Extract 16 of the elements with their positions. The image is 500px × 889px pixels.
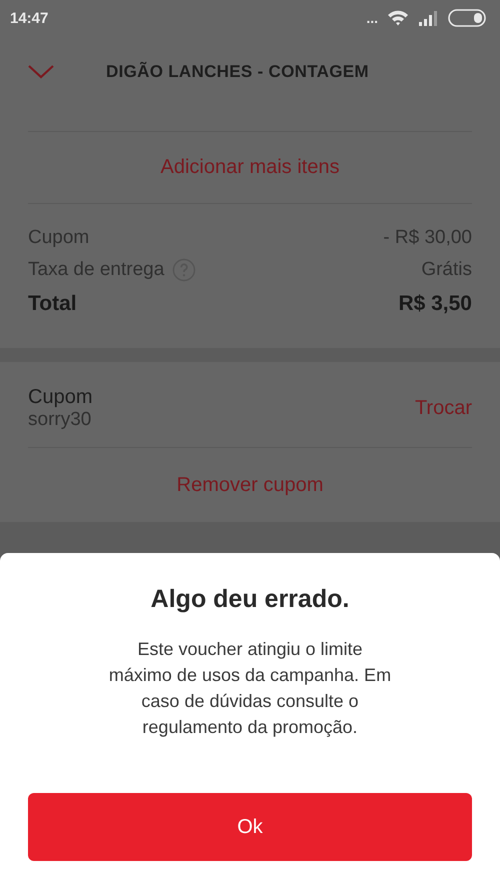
clock: 14:47: [10, 10, 48, 26]
dialog-message: Este voucher atingiu o limite máximo de usos da campanha. Em caso de dúvidas consulte o regulamento da promoção.: [108, 638, 392, 739]
change-coupon-link[interactable]: Trocar: [414, 397, 472, 420]
add-items-link[interactable]: Adicionar mais itens: [28, 132, 472, 204]
battery-icon: [448, 9, 486, 27]
wifi-icon: [386, 9, 410, 27]
coupon-title: Cupom: [28, 386, 92, 409]
more-dots: ...: [366, 11, 378, 25]
summary-label: Total: [28, 292, 77, 316]
signal-icon: [418, 10, 440, 26]
ok-button[interactable]: Ok: [28, 793, 472, 861]
store-title: DIGÃO LANCHES - CONTAGEM: [106, 62, 369, 82]
dialog-title: Algo deu errado.: [150, 585, 350, 614]
chevron-down-icon[interactable]: [28, 65, 54, 79]
remove-coupon-link[interactable]: Remover cupom: [176, 448, 324, 522]
summary-value: R$ 3,50: [398, 292, 472, 316]
